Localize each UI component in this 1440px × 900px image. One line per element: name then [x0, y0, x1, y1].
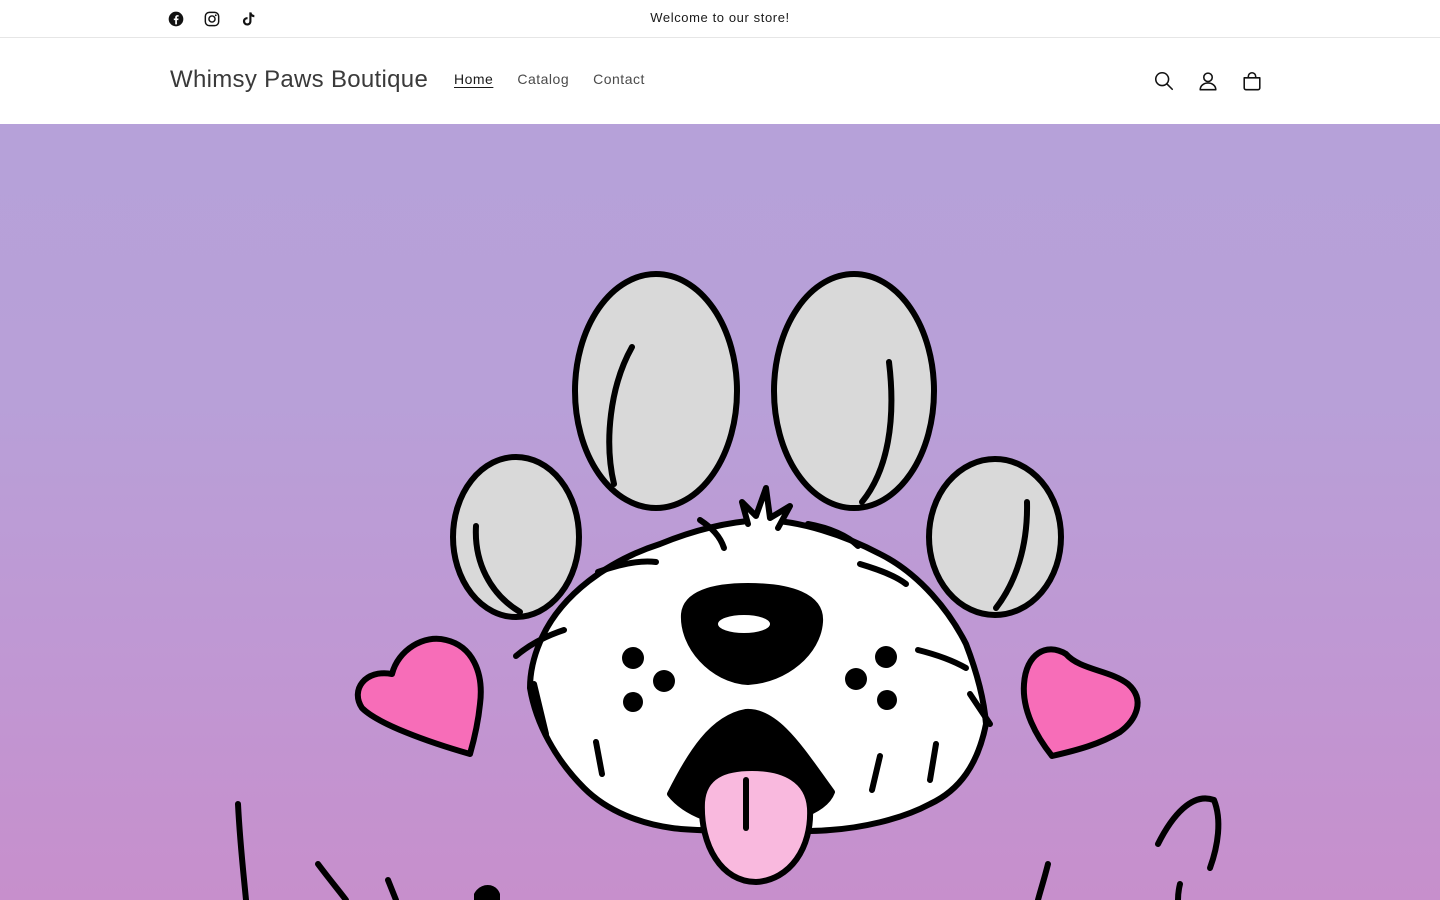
- account-icon: [1199, 72, 1217, 91]
- nav-home[interactable]: Home: [442, 71, 505, 87]
- search-icon: [1154, 71, 1174, 91]
- paw-toe: [926, 456, 1064, 618]
- paw-toe: [450, 454, 582, 620]
- freckle: [622, 647, 644, 669]
- nav-contact[interactable]: Contact: [581, 71, 657, 87]
- account-button[interactable]: [1186, 59, 1230, 103]
- main-nav: Home Catalog Contact: [442, 71, 657, 87]
- dog-paw-illustration: [235, 271, 1222, 900]
- search-button[interactable]: [1142, 59, 1186, 103]
- nav-catalog[interactable]: Catalog: [505, 71, 581, 87]
- paw-toe: [771, 271, 937, 511]
- announcement-bar: Welcome to our store!: [0, 0, 1440, 38]
- store-logo[interactable]: Whimsy Paws Boutique: [170, 66, 428, 94]
- freckle: [623, 692, 643, 712]
- freckle: [845, 668, 867, 690]
- header-icons: [1142, 59, 1274, 103]
- site-header: Whimsy Paws Boutique Home Catalog Contac…: [0, 39, 1440, 124]
- paw-toe: [572, 271, 740, 511]
- freckle: [653, 670, 675, 692]
- cart-button[interactable]: [1230, 59, 1274, 103]
- heart-right: [1020, 646, 1141, 759]
- freckle: [875, 646, 897, 668]
- heart-left: [354, 635, 484, 757]
- announcement-text: Welcome to our store!: [650, 10, 790, 25]
- freckle: [877, 690, 897, 710]
- dog-tongue: [698, 765, 814, 885]
- cart-icon: [1243, 71, 1261, 91]
- hero-banner: [0, 124, 1440, 900]
